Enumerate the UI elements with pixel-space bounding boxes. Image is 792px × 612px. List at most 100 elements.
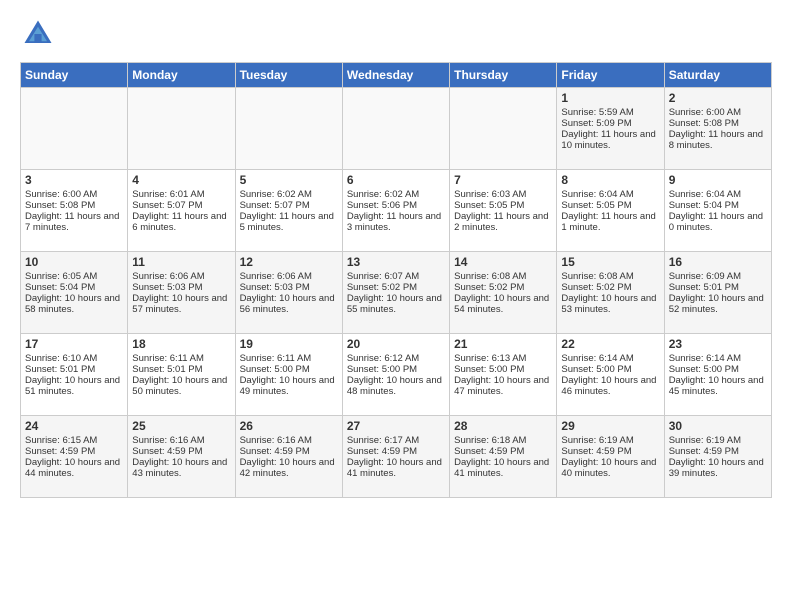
calendar-cell: 29Sunrise: 6:19 AMSunset: 4:59 PMDayligh… xyxy=(557,416,664,498)
calendar-cell: 19 Sunrise: 6:11 AMSunset: 5:00 PMDayligh… xyxy=(235,334,342,416)
page: SundayMondayTuesdayWednesdayThursdayFrid… xyxy=(0,0,792,508)
cell-info: Daylight: 10 hours and 41 minutes. xyxy=(454,457,552,479)
cell-info: Sunrise: 6:07 AM xyxy=(347,271,445,282)
calendar-body: 1Sunrise: 5:59 AMSunset: 5:09 PMDaylight… xyxy=(21,88,772,498)
calendar-cell: 6Sunrise: 6:02 AMSunset: 5:06 PMDaylight… xyxy=(342,170,449,252)
calendar-cell: 21Sunrise: 6:13 AMSunset: 5:00 PMDayligh… xyxy=(450,334,557,416)
cell-info: Sunset: 5:03 PM xyxy=(132,282,230,293)
cell-info: Sunrise: 6:16 AM xyxy=(240,435,338,446)
calendar-cell: 2Sunrise: 6:00 AMSunset: 5:08 PMDaylight… xyxy=(664,88,771,170)
weekday-header: Thursday xyxy=(450,63,557,88)
day-number: 14 xyxy=(454,255,552,269)
cell-info: Sunset: 5:02 PM xyxy=(561,282,659,293)
calendar-cell: 18Sunrise: 6:11 AMSunset: 5:01 PMDayligh… xyxy=(128,334,235,416)
cell-info: Sunset: 5:07 PM xyxy=(132,200,230,211)
cell-info: Sunset: 4:59 PM xyxy=(25,446,123,457)
cell-info: Daylight: 11 hours and 6 minutes. xyxy=(132,211,230,233)
day-number: 15 xyxy=(561,255,659,269)
cell-info: Sunset: 5:00 PM xyxy=(669,364,767,375)
cell-info: Daylight: 11 hours and 5 minutes. xyxy=(240,211,338,233)
cell-info: Sunset: 4:59 PM xyxy=(132,446,230,457)
cell-info: Sunrise: 5:59 AM xyxy=(561,107,659,118)
calendar-header: SundayMondayTuesdayWednesdayThursdayFrid… xyxy=(21,63,772,88)
day-number: 22 xyxy=(561,337,659,351)
calendar-cell: 7Sunrise: 6:03 AMSunset: 5:05 PMDaylight… xyxy=(450,170,557,252)
cell-info: Daylight: 10 hours and 55 minutes. xyxy=(347,293,445,315)
calendar-week: 24Sunrise: 6:15 AMSunset: 4:59 PMDayligh… xyxy=(21,416,772,498)
logo xyxy=(20,16,60,52)
calendar-cell: 24Sunrise: 6:15 AMSunset: 4:59 PMDayligh… xyxy=(21,416,128,498)
calendar-cell: 23Sunrise: 6:14 AMSunset: 5:00 PMDayligh… xyxy=(664,334,771,416)
day-number: 19 xyxy=(240,337,338,351)
day-number: 29 xyxy=(561,419,659,433)
weekday-header: Wednesday xyxy=(342,63,449,88)
cell-info: Sunset: 5:08 PM xyxy=(669,118,767,129)
cell-info: Sunset: 5:07 PM xyxy=(240,200,338,211)
calendar-cell: 13Sunrise: 6:07 AMSunset: 5:02 PMDayligh… xyxy=(342,252,449,334)
cell-info: Sunset: 5:08 PM xyxy=(25,200,123,211)
calendar-cell: 12Sunrise: 6:06 AMSunset: 5:03 PMDayligh… xyxy=(235,252,342,334)
calendar-cell: 20Sunrise: 6:12 AMSunset: 5:00 PMDayligh… xyxy=(342,334,449,416)
cell-info: Daylight: 10 hours and 48 minutes. xyxy=(347,375,445,397)
cell-info: Daylight: 10 hours and 44 minutes. xyxy=(25,457,123,479)
cell-info: Sunset: 4:59 PM xyxy=(240,446,338,457)
day-number: 11 xyxy=(132,255,230,269)
cell-info: Daylight: 10 hours and 45 minutes. xyxy=(669,375,767,397)
cell-info: Sunset: 5:00 PM xyxy=(454,364,552,375)
cell-info: Daylight: 10 hours and 41 minutes. xyxy=(347,457,445,479)
cell-info: Sunrise: 6:06 AM xyxy=(240,271,338,282)
day-number: 17 xyxy=(25,337,123,351)
cell-info: Daylight: 11 hours and 1 minute. xyxy=(561,211,659,233)
cell-info: Daylight: 10 hours and 43 minutes. xyxy=(132,457,230,479)
day-number: 8 xyxy=(561,173,659,187)
cell-info: Sunset: 5:01 PM xyxy=(669,282,767,293)
cell-info: Daylight: 10 hours and 57 minutes. xyxy=(132,293,230,315)
cell-info: Sunset: 5:09 PM xyxy=(561,118,659,129)
calendar-cell xyxy=(21,88,128,170)
cell-info: Daylight: 10 hours and 50 minutes. xyxy=(132,375,230,397)
calendar-cell: 9Sunrise: 6:04 AMSunset: 5:04 PMDaylight… xyxy=(664,170,771,252)
weekday-header: Friday xyxy=(557,63,664,88)
weekday-header: Monday xyxy=(128,63,235,88)
cell-info: Sunrise: 6:18 AM xyxy=(454,435,552,446)
day-number: 30 xyxy=(669,419,767,433)
calendar-cell: 8Sunrise: 6:04 AMSunset: 5:05 PMDaylight… xyxy=(557,170,664,252)
cell-info: Daylight: 10 hours and 56 minutes. xyxy=(240,293,338,315)
cell-info: Sunset: 5:00 PM xyxy=(240,364,338,375)
calendar-week: 17Sunrise: 6:10 AMSunset: 5:01 PMDayligh… xyxy=(21,334,772,416)
cell-info: Daylight: 11 hours and 10 minutes. xyxy=(561,129,659,151)
cell-info: Daylight: 11 hours and 7 minutes. xyxy=(25,211,123,233)
cell-info: Daylight: 11 hours and 8 minutes. xyxy=(669,129,767,151)
calendar-cell: 17Sunrise: 6:10 AMSunset: 5:01 PMDayligh… xyxy=(21,334,128,416)
cell-info: Sunrise: 6:12 AM xyxy=(347,353,445,364)
cell-info: Sunrise: 6:02 AM xyxy=(240,189,338,200)
cell-info: Sunrise: 6:08 AM xyxy=(454,271,552,282)
cell-info: Daylight: 10 hours and 42 minutes. xyxy=(240,457,338,479)
day-number: 9 xyxy=(669,173,767,187)
cell-info: Sunrise: 6:19 AM xyxy=(669,435,767,446)
cell-info: Daylight: 10 hours and 49 minutes. xyxy=(240,375,338,397)
calendar-cell: 16Sunrise: 6:09 AMSunset: 5:01 PMDayligh… xyxy=(664,252,771,334)
cell-info: Sunrise: 6:03 AM xyxy=(454,189,552,200)
day-number: 5 xyxy=(240,173,338,187)
day-number: 1 xyxy=(561,91,659,105)
cell-info: Daylight: 10 hours and 39 minutes. xyxy=(669,457,767,479)
calendar-cell xyxy=(128,88,235,170)
cell-info: Daylight: 10 hours and 53 minutes. xyxy=(561,293,659,315)
cell-info: Sunrise: 6:00 AM xyxy=(25,189,123,200)
calendar-table: SundayMondayTuesdayWednesdayThursdayFrid… xyxy=(20,62,772,498)
cell-info: Sunset: 5:00 PM xyxy=(561,364,659,375)
cell-info: Sunrise: 6:02 AM xyxy=(347,189,445,200)
day-number: 18 xyxy=(132,337,230,351)
calendar-cell: 27Sunrise: 6:17 AMSunset: 4:59 PMDayligh… xyxy=(342,416,449,498)
cell-info: Sunrise: 6:10 AM xyxy=(25,353,123,364)
day-number: 2 xyxy=(669,91,767,105)
cell-info: Sunrise: 6:11 AM xyxy=(240,353,338,364)
calendar-cell: 25Sunrise: 6:16 AMSunset: 4:59 PMDayligh… xyxy=(128,416,235,498)
cell-info: Sunrise: 6:09 AM xyxy=(669,271,767,282)
calendar-cell: 26Sunrise: 6:16 AMSunset: 4:59 PMDayligh… xyxy=(235,416,342,498)
cell-info: Sunset: 5:06 PM xyxy=(347,200,445,211)
cell-info: Sunrise: 6:08 AM xyxy=(561,271,659,282)
cell-info: Sunrise: 6:16 AM xyxy=(132,435,230,446)
calendar-cell: 11Sunrise: 6:06 AMSunset: 5:03 PMDayligh… xyxy=(128,252,235,334)
